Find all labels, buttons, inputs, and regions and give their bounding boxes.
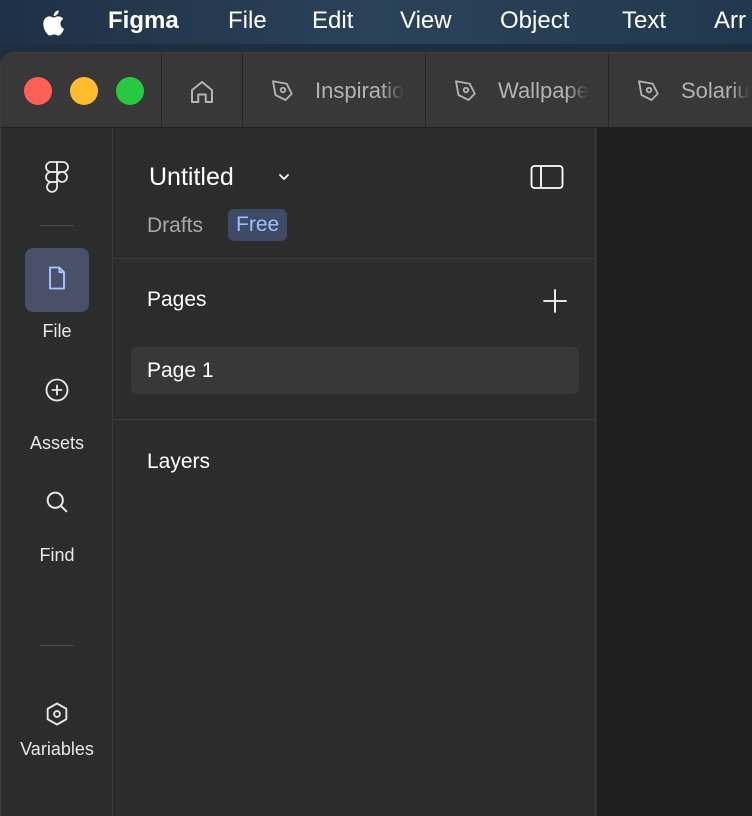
file-title[interactable]: Untitled [149, 160, 234, 194]
rail-icon-highlight [25, 248, 89, 312]
rail-label: Find [39, 545, 75, 565]
chevron-down-icon[interactable] [276, 169, 292, 185]
design-canvas[interactable] [597, 128, 752, 816]
figma-pen-icon [455, 80, 476, 101]
figma-window: Inspiratio Wallpape Solariu File Assets … [0, 52, 752, 816]
title-bar: Inspiratio Wallpape Solariu [1, 53, 752, 128]
close-window-button[interactable] [24, 77, 52, 105]
tab-inspiration[interactable]: Inspiratio [243, 53, 425, 128]
file-panel: Untitled Drafts Free Pages Page 1 Layers [114, 128, 596, 816]
file-icon [49, 266, 65, 290]
plus-circle-icon [45, 378, 69, 402]
rail-label: Variables [20, 739, 94, 759]
rail-assets-button[interactable]: Assets [1, 360, 113, 460]
sidebar-toggle-icon[interactable] [530, 164, 564, 190]
rail-file-button[interactable]: File [1, 248, 113, 348]
page-label: Page 1 [147, 359, 214, 382]
rail-find-button[interactable]: Find [1, 472, 113, 572]
tab-label: Inspiratio [315, 78, 405, 103]
figma-logo-icon[interactable] [44, 160, 70, 194]
tab-separator [161, 53, 162, 128]
figma-pen-icon [272, 80, 293, 101]
pages-heading: Pages [147, 288, 207, 311]
menu-view[interactable]: View [400, 6, 452, 36]
rail-label: Assets [29, 433, 85, 453]
tab-label: Wallpape [498, 78, 589, 103]
menu-app-name[interactable]: Figma [108, 6, 179, 36]
rail-icon-wrap [25, 360, 89, 424]
location-link[interactable]: Drafts [147, 212, 203, 240]
figma-pen-icon [638, 80, 659, 101]
rail-label: File [42, 321, 72, 341]
rail-divider [40, 225, 74, 226]
left-rail: File Assets Find Variables [1, 128, 113, 816]
rail-icon-wrap [25, 472, 89, 536]
plan-badge[interactable]: Free [228, 209, 288, 241]
page-list-item[interactable]: Page 1 [131, 347, 579, 394]
minimize-window-button[interactable] [70, 77, 98, 105]
apple-logo-icon[interactable] [40, 8, 70, 38]
menu-edit[interactable]: Edit [312, 6, 353, 36]
add-page-icon[interactable] [542, 288, 568, 314]
menu-text[interactable]: Text [622, 6, 666, 36]
tab-wallpaper[interactable]: Wallpape [426, 53, 608, 128]
layers-heading: Layers [147, 450, 211, 473]
home-icon[interactable] [187, 77, 217, 107]
tab-label: Solariu [681, 78, 750, 103]
search-icon [46, 491, 68, 513]
panel-divider [114, 258, 596, 259]
menu-bar: Figma File Edit View Object Text Arr [0, 0, 752, 44]
tab-solarium[interactable]: Solariu [609, 53, 752, 128]
zoom-window-button[interactable] [116, 77, 144, 105]
menu-object[interactable]: Object [500, 6, 569, 36]
menu-file[interactable]: File [228, 6, 267, 36]
hexagon-icon [46, 702, 68, 726]
rail-variables-button[interactable]: Variables [1, 616, 113, 766]
menu-arrange[interactable]: Arr [714, 6, 746, 36]
panel-divider [114, 419, 596, 420]
